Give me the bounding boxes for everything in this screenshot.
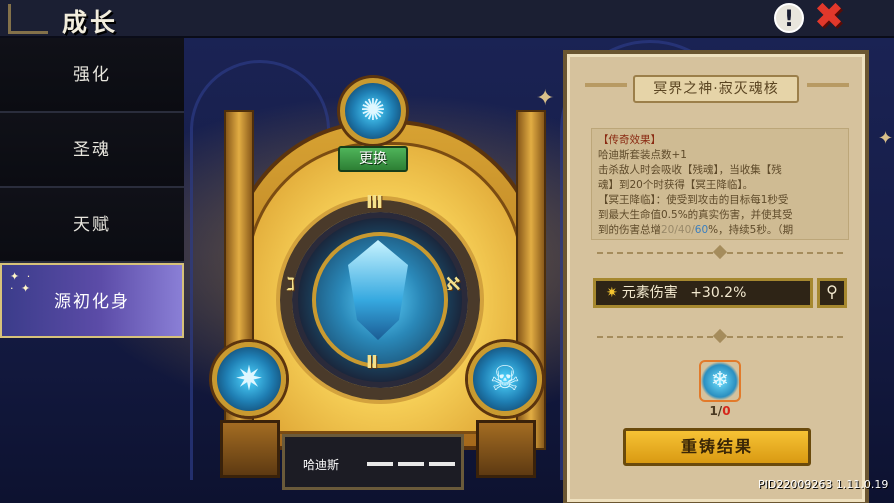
- lightning-emblem-icon: ✷: [234, 359, 264, 399]
- info-button[interactable]: !: [774, 3, 804, 33]
- star-icon: ✷: [606, 285, 618, 301]
- character-name: 哈迪斯: [303, 458, 340, 472]
- desc-line: 哈迪斯套装点数+1: [598, 149, 687, 161]
- menu-item-label: 圣魂: [73, 140, 111, 160]
- menu-item-enhance[interactable]: 强化: [0, 38, 184, 113]
- divider: [597, 244, 843, 260]
- desc-text: %，持续5秒。（期: [708, 224, 794, 236]
- change-button[interactable]: 更换: [338, 146, 408, 172]
- page-title: 成长: [62, 8, 119, 37]
- material-count-need: 0: [722, 404, 731, 418]
- menu-item-origin-avatar[interactable]: ✦ · · ✦ 源初化身: [0, 263, 184, 338]
- progress-dashes: [367, 462, 457, 466]
- divider: [597, 328, 843, 344]
- core-info-panel: 冥界之神·寂灭魂核 【传奇效果】 哈迪斯套装点数+1 击杀敌人时会吸收【残魂】，…: [563, 50, 869, 503]
- crystal-material-icon: ❄: [710, 368, 730, 393]
- stat-label: 元素伤害: [621, 285, 678, 301]
- stat-value: +30.2%: [690, 285, 747, 301]
- menu-item-label: 天赋: [73, 215, 111, 235]
- rune-bottom: Ⅱ: [366, 352, 378, 373]
- desc-line: 【传奇效果】: [598, 134, 661, 146]
- desc-line: 击杀敌人时会吸收【残魂】，当收集【残: [598, 164, 782, 176]
- material-count-have: 1/: [709, 404, 723, 418]
- close-x-icon: ✖: [813, 0, 845, 37]
- title-ornament-left: [585, 83, 627, 87]
- exclamation-icon: !: [783, 7, 795, 32]
- top-bar: 成长 ! ✖: [0, 0, 894, 38]
- desc-line: 到最大生命值0.5%的真实伤害，并使其受: [598, 209, 793, 221]
- panel-header: 冥界之神·寂灭魂核: [585, 70, 849, 110]
- desc-line: 到的伤害总增20/40/60%，持续5秒。（期: [598, 223, 842, 238]
- left-pedestal: [220, 420, 280, 478]
- rune-left: ℷ: [286, 274, 295, 295]
- divider-diamond: [712, 328, 728, 344]
- core-slot-left[interactable]: ✷: [212, 342, 286, 416]
- desc-line: 魂】到20个时获得【冥王降临】。: [598, 179, 754, 191]
- recast-result-button[interactable]: 重铸结果: [623, 428, 811, 466]
- rune-top: Ⅲ: [366, 192, 384, 213]
- magnifier-icon: ⚲: [826, 282, 838, 301]
- right-pedestal: [476, 420, 536, 478]
- effect-description[interactable]: 【传奇效果】 哈迪斯套装点数+1 击杀敌人时会吸收【残魂】，当收集【残 魂】到2…: [591, 128, 849, 240]
- title-ornament-right: [807, 83, 849, 87]
- material-count: 1/0: [699, 404, 741, 418]
- desc-line: 【冥王降临】：使受到攻击的目标每1秒受: [598, 194, 789, 206]
- desc-tier-values: 20/40/: [661, 224, 695, 236]
- menu-item-label: 强化: [73, 65, 111, 85]
- spider-emblem-icon: ✺: [360, 93, 386, 128]
- menu-item-holy-soul[interactable]: 圣魂: [0, 113, 184, 188]
- stat-row: ✷ 元素伤害 +30.2%: [593, 278, 813, 308]
- inspect-button[interactable]: ⚲: [817, 278, 847, 308]
- core-title: 冥界之神·寂灭魂核: [633, 75, 799, 103]
- side-menu: 强化 圣魂 天赋 ✦ · · ✦ 源初化身: [0, 38, 184, 338]
- rune-right: ℵ: [446, 274, 461, 295]
- desc-text: 到的伤害总增: [598, 224, 661, 236]
- desc-tier-current: 60: [694, 224, 709, 236]
- close-button[interactable]: ✖: [812, 0, 846, 37]
- material-item[interactable]: ❄: [699, 360, 741, 402]
- title-ornament: [8, 4, 48, 34]
- sparkle-icon: ✦: [878, 128, 894, 149]
- sparkle-decoration-icon: ✦ · · ✦: [10, 270, 33, 295]
- menu-item-talent[interactable]: 天赋: [0, 188, 184, 263]
- core-slot-right[interactable]: ☠: [468, 342, 542, 416]
- divider-diamond: [712, 244, 728, 260]
- character-nameplate: 哈迪斯: [282, 434, 464, 490]
- core-slot-top[interactable]: ✺: [340, 78, 406, 144]
- version-label: PID22009263 1.11.0.19: [758, 478, 889, 491]
- menu-item-label: 源初化身: [54, 292, 130, 312]
- wraith-emblem-icon: ☠: [489, 359, 521, 399]
